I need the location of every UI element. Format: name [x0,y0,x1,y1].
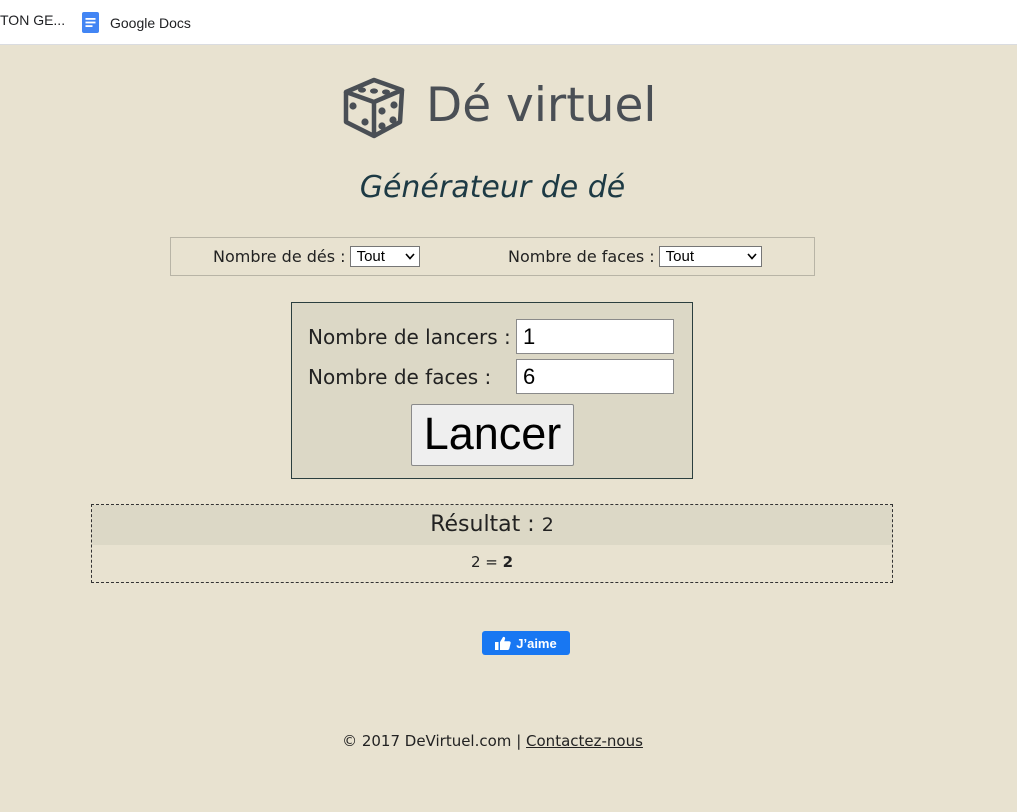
result-total: 2 [502,553,514,571]
result-label: Résultat : [430,512,535,537]
roll-form: Nombre de lancers : 1 Nombre de faces : … [291,302,693,479]
thumbs-up-icon [495,636,511,650]
site-title: Dé virtuel [426,77,657,133]
page-subtitle: Générateur de dé [359,170,626,205]
faces-filter-value: Tout [665,248,694,265]
footer-copyright: © 2017 DeVirtuel.com [342,732,512,750]
faces-label: Nombre de faces : [308,365,492,389]
result-header: Résultat : 2 [92,505,892,545]
result-expression: 2 = [470,553,498,571]
footer-separator: | [516,732,522,750]
bookmark-label: TON GE... [0,12,66,28]
footer: © 2017 DeVirtuel.com | Contactez-nous [0,732,985,750]
faces-filter-label: Nombre de faces : [508,247,655,266]
faces-input[interactable]: 6 [516,359,674,394]
faces-filter: Nombre de faces : Tout [508,246,762,267]
dice-icon [343,77,405,139]
result-panel: Résultat : 2 2 = 2 [91,504,893,583]
bookmarks-bar: TON GE... Google Docs [0,0,1017,45]
facebook-like-button[interactable]: J’aime [482,631,570,655]
bookmark-label: Google Docs [110,14,191,31]
google-docs-icon [82,12,99,33]
dice-count-select[interactable]: Tout [349,246,420,267]
rolls-input[interactable]: 1 [516,319,674,354]
site-logo[interactable]: Dé virtuel [338,70,656,140]
result-value: 2 [541,514,554,536]
bookmark-ton-ge[interactable]: TON GE... [0,12,65,28]
faces-filter-select[interactable]: Tout [658,246,762,267]
chevron-down-icon [747,253,757,260]
page: Dé virtuel Générateur de dé Nombre de dé… [0,46,1017,812]
dice-count-label: Nombre de dés : [213,247,346,266]
roll-button[interactable]: Lancer [411,404,574,466]
rolls-label: Nombre de lancers : [308,325,511,349]
facebook-like-label: J’aime [516,635,557,651]
chevron-down-icon [404,253,415,260]
bookmark-google-docs[interactable]: Google Docs [80,12,191,33]
contact-link[interactable]: Contactez-nous [526,732,643,750]
dice-count-value: Tout [356,248,385,265]
result-detail: 2 = 2 [92,553,892,571]
generator-selector-bar: Nombre de dés : Tout Nombre de faces : T… [170,237,815,276]
dice-count-filter: Nombre de dés : Tout [213,246,420,267]
